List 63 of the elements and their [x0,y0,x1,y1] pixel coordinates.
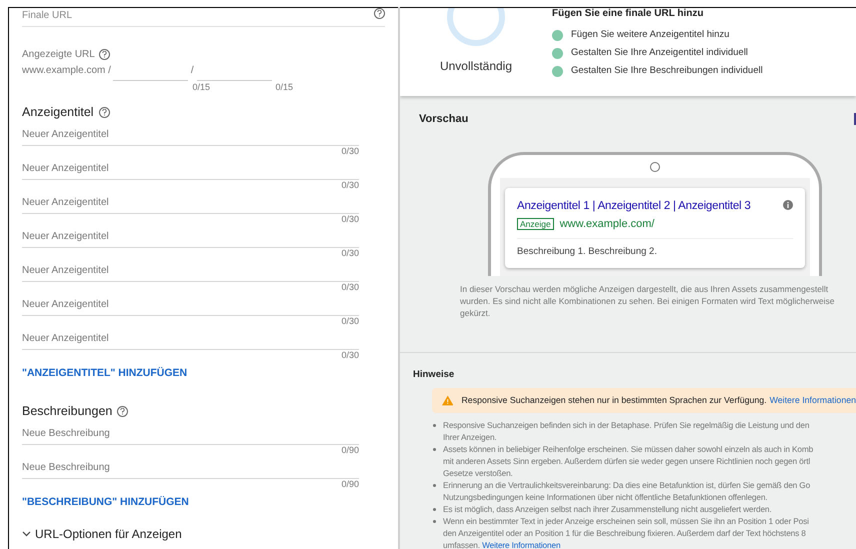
bullet-icon [433,508,436,512]
help-icon[interactable] [98,106,110,118]
bullet-icon [433,520,436,524]
help-icon[interactable] [98,49,110,60]
input-field[interactable]: Neue Beschreibung [22,456,359,479]
help-icon[interactable] [374,8,385,19]
bullet-icon [433,484,436,488]
ad-headline[interactable]: Anzeigentitel 1 | Anzeigentitel 2 | Anzeigentitel 3 [517,198,751,215]
input-field[interactable]: Neuer Anzeigentitel [22,191,359,214]
character-counter: 0/30 [341,316,359,327]
preview-caption: In dieser Vorschau werden mögliche Anzeigen dargestellt, die aus Ihren Assets zusammengestellt wurden. Es sind nicht alle Kombinationen zu sehen. Bei einigen Formaten wird Text möglicherweise gekürzt. [460,282,836,318]
bullet-icon [433,424,436,428]
note-text: Wenn ein bestimmter Text in jeder Anzeige erscheinen sein soll, müssen Sie ihn an Position 1 oder Posi den Anzeigentitel oder an Position 1 für die Beschreibung fixieren. Außerdem darf der Text höchstens 8 umfassen. Weitere Informationen [443,515,809,549]
scroll-marker [854,113,856,126]
input-field[interactable]: Neuer Anzeigentitel [22,123,359,146]
section-heading: Beschreibungen [22,402,112,420]
input-field[interactable]: Neuer Anzeigentitel [22,157,359,180]
input-field[interactable]: Neuer Anzeigentitel [22,327,359,350]
character-counter: 0/30 [341,214,359,225]
chevron-down-icon [22,531,31,537]
character-counter: 0/30 [341,350,359,361]
checklist-heading: Fügen Sie eine finale URL hinzu [552,8,704,20]
separator-text: / [190,64,194,78]
section-heading: Anzeigentitel [22,104,94,121]
ad-description: Beschreibung 1. Beschreibung 2. [517,245,658,260]
info-icon[interactable] [783,200,793,210]
input-field[interactable]: Neue Beschreibung [22,422,359,445]
note-text: Assets können in beliebiger Reihenfolge erscheinen. Sie müssen daher sowohl einzeln als auch in Komb mit anderen Assets Sinn ergeben. Außerdem dürfen sie weder gegen unsere Richtlinien noch gegen örtl Gesetze verstoßen. [443,443,814,480]
bullet-icon [433,448,436,452]
add-button[interactable]: "ANZEIGENTITEL" HINZUFÜGEN [22,366,188,381]
note-text: Responsive Suchanzeigen befinden sich in der Betaphase. Prüfen Sie regelmäßig die Leistung und den Ihrer Anzeigen. [443,419,810,444]
input-field[interactable]: Finale URL [22,8,222,22]
ad-badge: Anzeige [517,218,554,230]
url-options-toggle[interactable]: URL-Optionen für Anzeigen [22,526,182,542]
section-heading: Vorschau [419,112,468,127]
help-icon[interactable] [117,406,128,416]
domain-text: www.example.com / [22,64,111,78]
checklist-item: Fügen Sie weitere Anzeigentitel hinzu [571,29,730,41]
character-counter: 0/90 [341,445,359,456]
more-info-link[interactable]: Weitere Informationen [770,394,856,408]
more-info-link[interactable]: Weitere Informationen [482,540,560,549]
character-counter: 0/15 [274,81,294,93]
character-counter: 0/30 [341,146,359,157]
character-counter: 0/90 [341,479,359,490]
note-text: Erinnerung an die Vertraulichkeitsvereinbarung: Da dies eine Betafunktion ist, dürfen Sie gemäß den Go Nutzungsbedingungen keine Informationen über nicht öffentliche Betafunktionen offenlegen. [443,479,810,504]
input-field[interactable]: Neuer Anzeigentitel [22,293,359,316]
checklist-item: Gestalten Sie Ihre Anzeigentitel individuell [571,47,748,59]
add-button[interactable]: "BESCHREIBUNG" HINZUFÜGEN [22,495,189,510]
ad-url[interactable]: www.example.com/ [560,216,654,232]
note-text: Es ist möglich, dass Anzeigen selbst nach ihrer Zusammenstellung nicht ausgeliefert werden. [443,503,772,516]
character-counter: 0/30 [341,180,359,191]
character-counter: 0/30 [341,248,359,259]
input-field[interactable]: Neuer Anzeigentitel [22,259,359,282]
warning-text: Responsive Suchanzeigen stehen nur in bestimmten Sprachen zur Verfügung. [461,394,767,408]
section-heading: Hinweise [413,368,456,382]
warning-icon [442,395,454,406]
camera-icon [650,162,660,172]
character-counter: 0/30 [341,282,359,293]
checklist-item: Gestalten Sie Ihre Beschreibungen individuell [571,65,763,77]
character-counter: 0/15 [191,81,211,93]
field-label: Angezeigte URL [22,48,95,62]
strength-rating: Unvollständig [440,58,512,75]
input-field[interactable]: Neuer Anzeigentitel [22,225,359,248]
